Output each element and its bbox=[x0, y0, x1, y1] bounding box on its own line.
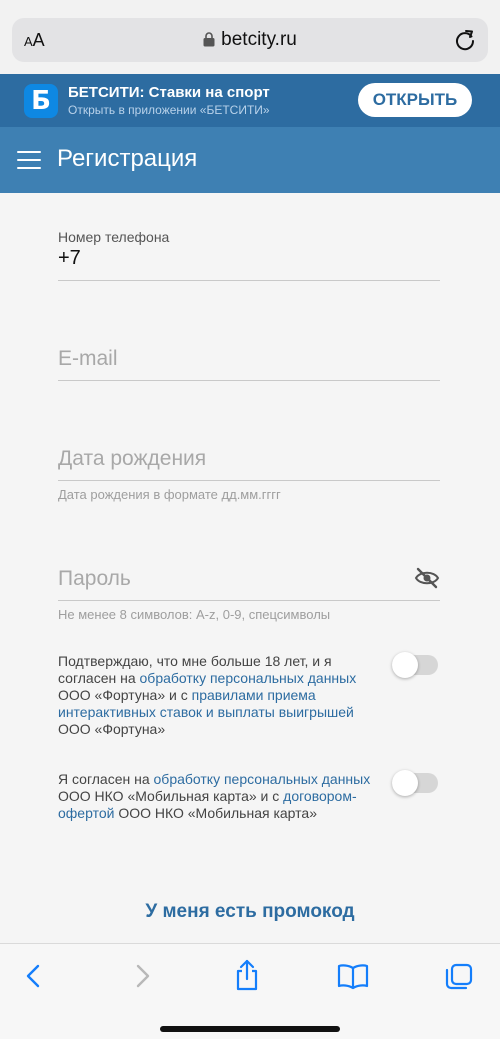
toggle-knob bbox=[392, 652, 418, 678]
phone-value: +7 bbox=[58, 247, 81, 269]
personal-data-link[interactable]: обработку персональных данных bbox=[140, 670, 357, 686]
consent-age-toggle[interactable] bbox=[392, 652, 438, 678]
banner-title: БЕТСИТИ: Ставки на спорт bbox=[68, 84, 270, 101]
page-title: Регистрация bbox=[57, 145, 198, 172]
home-indicator bbox=[160, 1026, 340, 1032]
page-header: Регистрация bbox=[0, 127, 500, 193]
phone-field[interactable]: Номер телефона +7 bbox=[58, 229, 440, 281]
password-field[interactable]: Пароль bbox=[58, 567, 440, 601]
promo-code-link[interactable]: У меня есть промокод bbox=[0, 901, 500, 923]
birthdate-placeholder: Дата рождения bbox=[58, 447, 207, 470]
bookmarks-icon[interactable] bbox=[336, 962, 370, 995]
address-bar[interactable]: AA betcity.ru bbox=[12, 18, 488, 62]
reload-icon[interactable] bbox=[454, 28, 476, 57]
toggle-knob bbox=[392, 770, 418, 796]
password-hint: Не менее 8 символов: A-z, 0-9, спецсимво… bbox=[58, 607, 331, 622]
app-banner: Б БЕТСИТИ: Ставки на спорт Открыть в при… bbox=[0, 74, 500, 127]
registration-form: Номер телефона +7 E-mail Дата рождения Д… bbox=[0, 193, 500, 943]
menu-icon[interactable] bbox=[17, 151, 41, 169]
phone-label: Номер телефона bbox=[58, 229, 170, 245]
consent-card-toggle[interactable] bbox=[392, 770, 438, 796]
betcity-logo: Б bbox=[24, 84, 58, 118]
consent-card-text: Я согласен на обработку персональных дан… bbox=[58, 771, 371, 821]
hide-password-icon[interactable] bbox=[414, 567, 440, 594]
consent-age-text: Подтверждаю, что мне больше 18 лет, и я … bbox=[58, 653, 357, 737]
back-icon[interactable] bbox=[22, 962, 46, 995]
birthdate-field[interactable]: Дата рождения bbox=[58, 447, 440, 481]
personal-data-link-2[interactable]: обработку персональных данных bbox=[154, 771, 371, 787]
email-field[interactable]: E-mail bbox=[58, 347, 440, 381]
birthdate-hint: Дата рождения в формате дд.мм.гггг bbox=[58, 487, 281, 502]
banner-subtitle: Открыть в приложении «БЕТСИТИ» bbox=[68, 103, 270, 117]
share-icon[interactable] bbox=[232, 958, 262, 997]
url-display[interactable]: betcity.ru bbox=[12, 29, 488, 53]
lock-icon bbox=[203, 31, 215, 53]
email-placeholder: E-mail bbox=[58, 347, 118, 370]
forward-icon[interactable] bbox=[130, 962, 154, 995]
url-text: betcity.ru bbox=[221, 29, 297, 50]
browser-toolbar bbox=[0, 943, 500, 1039]
password-placeholder: Пароль bbox=[58, 567, 131, 590]
tabs-icon[interactable] bbox=[444, 962, 474, 997]
browser-address-area: AA betcity.ru bbox=[0, 0, 500, 74]
open-app-button[interactable]: ОТКРЫТЬ bbox=[358, 83, 472, 117]
